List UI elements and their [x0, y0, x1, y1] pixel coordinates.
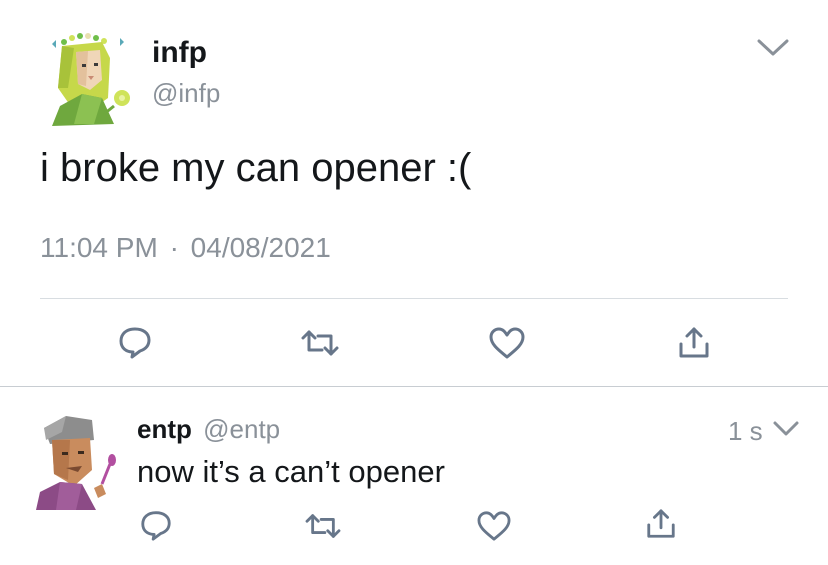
tweet-separator: [0, 386, 828, 387]
separator-dot: ·: [169, 232, 179, 263]
like-icon[interactable]: [488, 326, 526, 360]
like-icon[interactable]: [476, 510, 512, 542]
entp-avatar-icon: [36, 416, 116, 510]
share-icon[interactable]: [677, 326, 711, 360]
reply-timestamp: 1 s: [728, 416, 763, 446]
infp-avatar-icon: [52, 33, 130, 126]
tweet-timestamp: 11:04 PM · 04/08/2021: [40, 232, 331, 264]
user-handle[interactable]: @infp: [152, 78, 220, 109]
avatar[interactable]: [44, 28, 136, 128]
tweet-text: i broke my can opener :(: [40, 146, 472, 190]
reply-icon[interactable]: [117, 324, 153, 360]
divider: [40, 298, 788, 299]
retweet-icon[interactable]: [300, 326, 340, 360]
display-name[interactable]: entp: [137, 414, 192, 444]
reply-text: now it’s a can’t opener: [137, 454, 445, 489]
user-handle[interactable]: @entp: [203, 414, 280, 444]
reply-header: entp @entp: [137, 414, 280, 445]
retweet-icon[interactable]: [304, 510, 342, 542]
chevron-down-icon[interactable]: [772, 420, 800, 438]
share-icon[interactable]: [645, 508, 677, 540]
tweet-time: 11:04 PM: [40, 232, 158, 263]
avatar[interactable]: [36, 410, 122, 510]
reply-icon[interactable]: [139, 508, 173, 542]
chevron-down-icon[interactable]: [756, 38, 790, 58]
tweet-date: 04/08/2021: [190, 232, 331, 263]
display-name[interactable]: infp: [152, 36, 207, 70]
